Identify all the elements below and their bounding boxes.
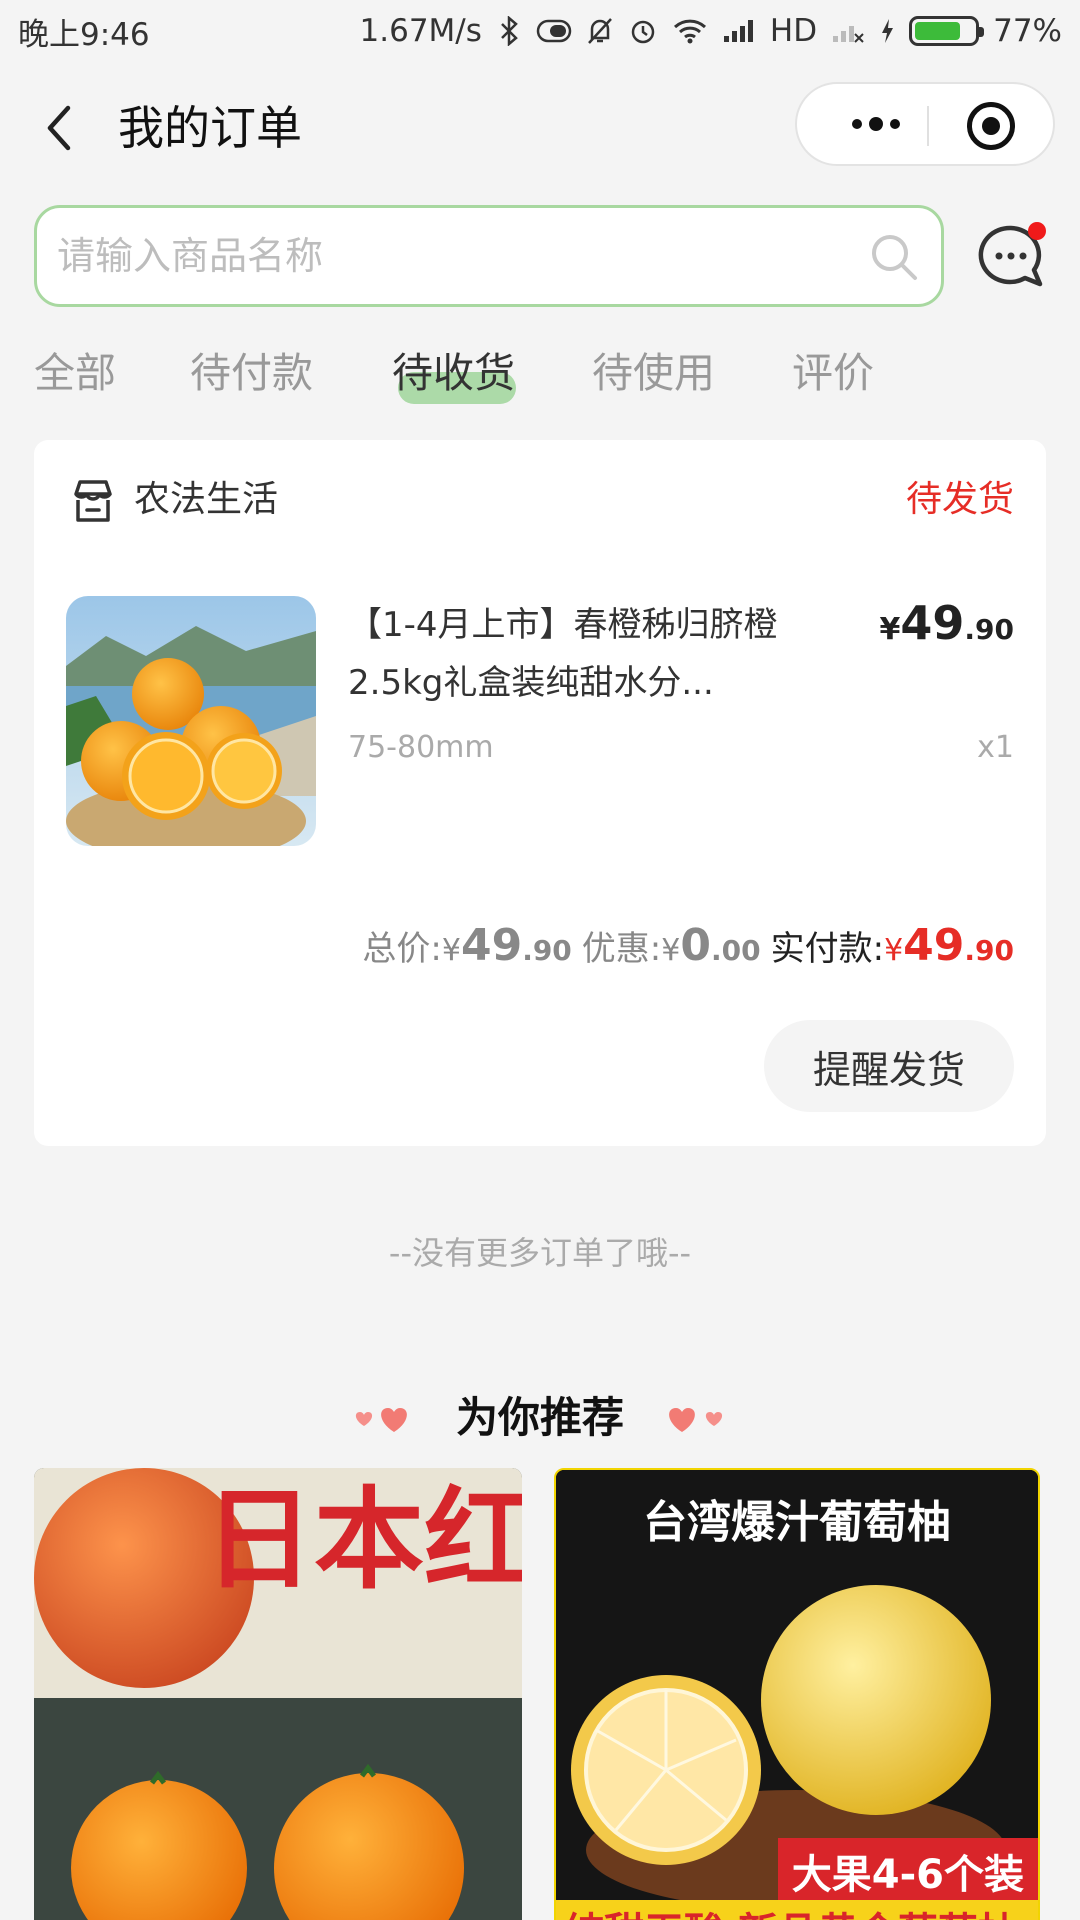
product-price-currency: ¥ <box>879 612 901 647</box>
total-label: 总价: <box>362 929 442 969</box>
status-icons: 1.67M/s HD 77% <box>360 13 1062 49</box>
product-spec: 75-80mm <box>348 730 494 765</box>
close-miniprogram-button[interactable] <box>967 102 1015 150</box>
status-time: 晚上9:46 <box>18 16 150 53</box>
search-icon[interactable] <box>867 230 921 284</box>
order-summary: 总价: ¥ 49 .90 优惠: ¥ 0 .00 实付款: ¥ 49 .90 <box>362 920 1014 971</box>
back-button[interactable] <box>38 98 82 158</box>
discount-dec: .00 <box>710 934 761 967</box>
total-dec: .90 <box>522 934 572 967</box>
mute-bell-icon <box>586 16 614 46</box>
unread-badge <box>1028 222 1046 240</box>
charging-icon <box>879 17 895 45</box>
paid-currency: ¥ <box>884 933 904 968</box>
tab-pending-payment[interactable]: 待付款 <box>190 340 313 406</box>
signal-weak-icon <box>831 18 865 44</box>
product-price: ¥49.90 <box>880 596 1015 650</box>
no-more-orders: --没有更多订单了哦-- <box>388 1234 692 1272</box>
product-quantity: x1 <box>977 730 1014 765</box>
back-arrow-icon <box>47 105 71 151</box>
recommend-image-text: 日本红美人 <box>204 1476 522 1604</box>
more-button[interactable] <box>831 84 921 164</box>
product-title[interactable]: 【1-4月上市】春橙秭归脐橙2.5kg礼盒装纯甜水分... <box>348 596 798 712</box>
shop-name[interactable]: 农法生活 <box>134 474 278 526</box>
network-speed: 1.67M/s <box>359 13 482 49</box>
product-price-int: 49 <box>900 596 965 650</box>
recommend-item-title: 台湾爆汁葡萄柚 <box>643 1497 951 1548</box>
search-input[interactable] <box>57 224 857 288</box>
more-dots-icon <box>852 119 862 129</box>
alarm-icon <box>628 16 658 46</box>
paid-int: 49 <box>903 920 965 971</box>
signal-icon <box>722 18 756 44</box>
search-box[interactable] <box>34 205 944 307</box>
hearts-right-icon <box>669 1408 723 1432</box>
discount-int: 0 <box>680 920 711 971</box>
battery-icon <box>909 16 985 46</box>
recommend-item-badge: 大果4-6个装 <box>777 1838 1038 1904</box>
network-type: HD <box>769 13 818 49</box>
status-bar: 晚上9:46 1.67M/s HD 77% <box>0 0 1080 62</box>
recommend-item[interactable]: 日本红美人 <box>34 1468 522 1920</box>
orange-product-image <box>66 596 316 846</box>
total-currency: ¥ <box>441 933 461 968</box>
battery-percent: 77% <box>993 13 1062 49</box>
recommend-image: 日本红美人 <box>34 1468 522 1920</box>
shop-icon <box>74 480 112 522</box>
wifi-icon <box>672 17 708 45</box>
order-page: 晚上9:46 1.67M/s HD 77% 我的订单 请输入商品名称 全部 待付… <box>0 0 1080 1920</box>
total-int: 49 <box>460 920 523 971</box>
paid-amount: 实付款: ¥ 49 .90 <box>771 920 1014 971</box>
page-title: 我的订单 <box>118 101 302 155</box>
tab-all[interactable]: 全部 <box>34 340 116 406</box>
bluetooth-icon <box>496 16 522 46</box>
capsule-divider <box>927 106 929 146</box>
miniprogram-capsule <box>795 82 1055 166</box>
more-dot-right <box>890 119 900 129</box>
discount-currency: ¥ <box>661 933 681 968</box>
discount-label: 优惠: <box>581 929 662 969</box>
paid-label: 实付款: <box>770 929 885 969</box>
total-price: 总价: ¥ 49 .90 <box>362 920 571 971</box>
tab-review[interactable]: 评价 <box>792 340 874 406</box>
title-bar: 我的订单 <box>0 78 1080 178</box>
paid-dec: .90 <box>964 934 1014 967</box>
tab-pending-use[interactable]: 待使用 <box>592 340 715 406</box>
discount: 优惠: ¥ 0 .00 <box>582 920 761 971</box>
product-image[interactable] <box>66 596 316 846</box>
order-tabs: 全部 待付款 待收货 待使用 评价 <box>0 340 1080 420</box>
recommend-item-strip: 纯甜无酸 新品黄金葡萄柚 <box>556 1900 1038 1920</box>
remind-shipping-button[interactable]: 提醒发货 <box>764 1020 1014 1112</box>
more-dot-center <box>869 117 883 131</box>
tab-pending-receipt[interactable]: 待收货 <box>392 340 515 406</box>
recommend-title: 为你推荐 <box>455 1393 624 1442</box>
recommend-item[interactable]: 台湾爆汁葡萄柚 大果4-6个装 纯甜无酸 新品黄金葡萄柚 <box>554 1468 1040 1920</box>
order-card[interactable]: 农法生活 待发货 【1-4月上市】春橙秭归脐橙2.5kg礼盒装纯甜水分... ¥… <box>34 440 1046 1146</box>
vibrate-icon <box>536 18 572 44</box>
order-status: 待发货 <box>905 479 1014 520</box>
product-price-dec: .90 <box>964 613 1014 646</box>
